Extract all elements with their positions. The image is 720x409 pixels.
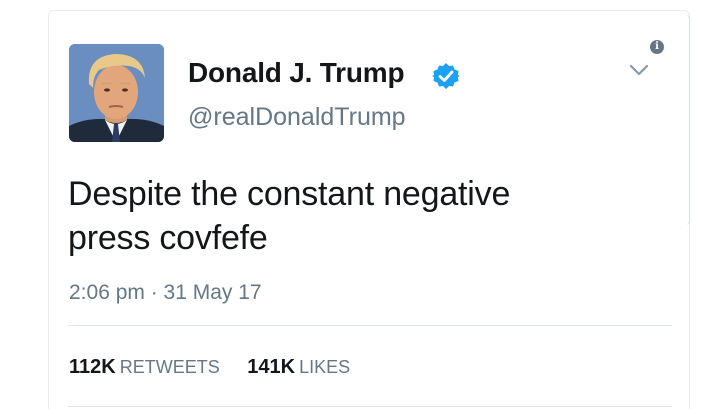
tweet-text-line: press covfefe bbox=[68, 219, 268, 257]
likes-count: 141K bbox=[247, 356, 296, 378]
avatar[interactable] bbox=[69, 44, 164, 142]
likes-label: LIKES bbox=[299, 357, 351, 377]
profile-photo-icon bbox=[69, 44, 164, 142]
tweet-text: Despite the constant negative press covf… bbox=[68, 172, 668, 260]
likes-stat[interactable]: 141K LIKES bbox=[247, 356, 350, 379]
tweet-page: i Donald J. Trump @realDonaldTrump Despi… bbox=[0, 0, 720, 409]
chevron-down-icon[interactable] bbox=[628, 62, 650, 78]
divider bbox=[68, 406, 672, 407]
divider bbox=[68, 325, 672, 326]
display-name[interactable]: Donald J. Trump bbox=[188, 57, 405, 89]
retweets-label: RETWEETS bbox=[119, 357, 220, 377]
info-icon[interactable]: i bbox=[650, 40, 664, 54]
user-handle[interactable]: @realDonaldTrump bbox=[188, 103, 406, 132]
tweet-text-line: Despite the constant negative bbox=[68, 175, 511, 213]
scroll-indicator bbox=[683, 15, 690, 225]
verified-badge-icon bbox=[432, 63, 460, 89]
tweet-timestamp[interactable]: 2:06 pm · 31 May 17 bbox=[69, 281, 262, 305]
tweet-stats: 112K RETWEETS 141K LIKES bbox=[69, 356, 350, 379]
retweets-stat[interactable]: 112K RETWEETS bbox=[69, 356, 220, 379]
retweets-count: 112K bbox=[69, 356, 116, 378]
